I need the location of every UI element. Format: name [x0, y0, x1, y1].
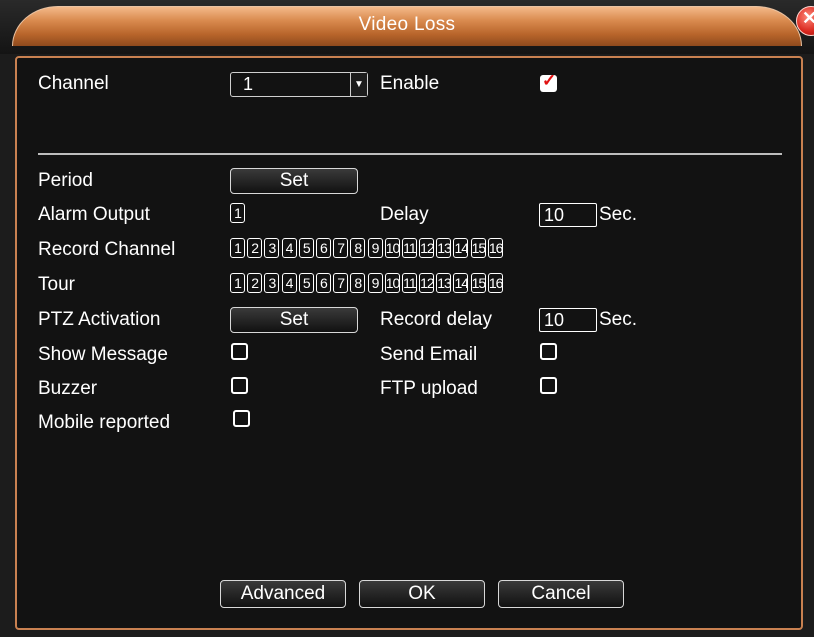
title-bar: Video Loss ✕ [0, 0, 814, 54]
tour-box[interactable]: 11 [401, 273, 417, 293]
tour-box[interactable]: 9 [367, 273, 383, 293]
record-channel-box[interactable]: 7 [333, 238, 349, 258]
send-email-label: Send Email [380, 344, 478, 365]
alarm-output-box[interactable]: 1 [230, 203, 245, 223]
record-delay-unit: Sec. [599, 309, 638, 330]
period-set-button[interactable]: Set [230, 168, 358, 194]
record-channel-box[interactable]: 15 [470, 238, 486, 258]
tour-box[interactable]: 1 [230, 273, 245, 293]
buzzer-checkbox[interactable] [231, 377, 248, 394]
record-channel-box[interactable]: 11 [401, 238, 417, 258]
record-channel-box[interactable]: 14 [453, 238, 469, 258]
show-message-checkbox[interactable] [231, 343, 248, 360]
delay-input[interactable]: 10 [539, 203, 597, 227]
advanced-button[interactable]: Advanced [220, 580, 346, 608]
record-delay-label: Record delay [380, 309, 492, 330]
send-email-checkbox[interactable] [540, 343, 557, 360]
window-title: Video Loss [358, 14, 456, 35]
tour-box[interactable]: 13 [436, 273, 452, 293]
mobile-reported-label: Mobile reported [38, 412, 171, 433]
ftp-upload-label: FTP upload [380, 378, 478, 399]
tour-box[interactable]: 4 [281, 273, 297, 293]
record-channel-box[interactable]: 1 [230, 238, 245, 258]
ptz-activation-label: PTZ Activation [38, 309, 161, 330]
buzzer-label: Buzzer [38, 378, 98, 399]
divider [38, 153, 782, 155]
record-channel-box[interactable]: 8 [350, 238, 366, 258]
ok-button[interactable]: OK [359, 580, 485, 608]
tour-box[interactable]: 3 [264, 273, 280, 293]
record-channel-box[interactable]: 13 [436, 238, 452, 258]
alarm-output-label: Alarm Output [38, 204, 150, 225]
record-channel-box[interactable]: 4 [281, 238, 297, 258]
tour-box[interactable]: 6 [315, 273, 331, 293]
tour-box[interactable]: 2 [247, 273, 263, 293]
settings-panel [15, 56, 803, 630]
record-channel-box[interactable]: 6 [315, 238, 331, 258]
enable-label: Enable [380, 73, 440, 94]
record-delay-input[interactable]: 10 [539, 308, 597, 332]
tour-boxes: 1 2 3 4 5 6 7 8 9 10 11 12 13 14 15 16 [230, 273, 505, 293]
tour-box[interactable]: 7 [333, 273, 349, 293]
tour-box[interactable]: 12 [419, 273, 435, 293]
channel-label: Channel [38, 73, 109, 94]
tour-box[interactable]: 15 [470, 273, 486, 293]
tour-box[interactable]: 16 [487, 273, 503, 293]
tour-label: Tour [38, 274, 75, 295]
record-channel-box[interactable]: 16 [487, 238, 503, 258]
enable-checkbox[interactable]: ✓ [540, 71, 557, 92]
close-icon: ✕ [802, 8, 814, 28]
delay-unit: Sec. [599, 204, 638, 225]
record-channel-label: Record Channel [38, 239, 176, 260]
record-channel-box[interactable]: 3 [264, 238, 280, 258]
record-channel-boxes: 1 2 3 4 5 6 7 8 9 10 11 12 13 14 15 16 [230, 238, 505, 258]
record-channel-box[interactable]: 5 [298, 238, 314, 258]
period-label: Period [38, 170, 93, 191]
chevron-down-icon[interactable]: ▼ [350, 73, 367, 96]
tour-box[interactable]: 8 [350, 273, 366, 293]
delay-label: Delay [380, 204, 429, 225]
ftp-upload-checkbox[interactable] [540, 377, 557, 394]
cancel-button[interactable]: Cancel [498, 580, 624, 608]
record-channel-box[interactable]: 10 [384, 238, 400, 258]
ptz-set-button[interactable]: Set [230, 307, 358, 333]
tour-box[interactable]: 14 [453, 273, 469, 293]
show-message-label: Show Message [38, 344, 168, 365]
record-channel-box[interactable]: 2 [247, 238, 263, 258]
channel-select[interactable]: 1 ▼ [230, 72, 368, 97]
record-channel-box[interactable]: 12 [419, 238, 435, 258]
channel-select-value: 1 [243, 74, 254, 94]
tour-box[interactable]: 10 [384, 273, 400, 293]
check-icon: ✓ [542, 71, 557, 90]
mobile-reported-checkbox[interactable] [233, 410, 250, 427]
tour-box[interactable]: 5 [298, 273, 314, 293]
record-channel-box[interactable]: 9 [367, 238, 383, 258]
